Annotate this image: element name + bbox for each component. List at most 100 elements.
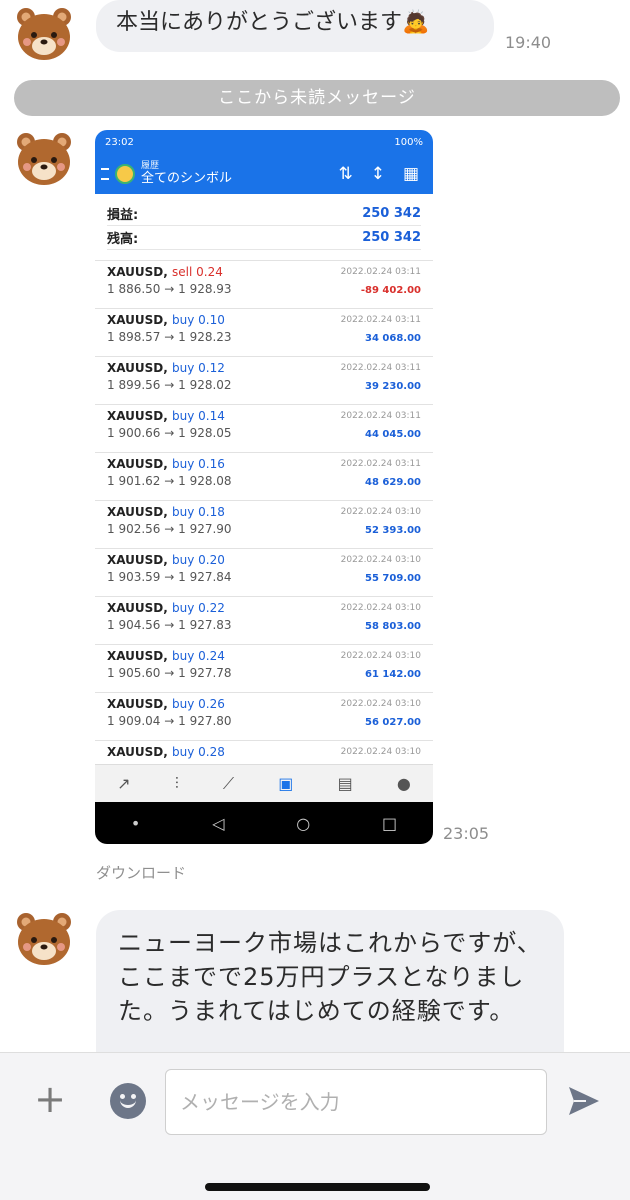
message-text: 本当にありがとうございます🙇 — [116, 10, 430, 35]
trade-symbol: XAUUSD, — [107, 361, 168, 375]
bear-avatar[interactable] — [14, 910, 74, 970]
download-link[interactable]: ダウンロード — [96, 862, 186, 883]
trade-direction: buy 0.16 — [172, 457, 225, 471]
message-input[interactable]: メッセージを入力 — [165, 1069, 547, 1135]
dot-icon: • — [130, 813, 141, 833]
shot-system-nav: • ◁ ○ □ — [95, 802, 433, 844]
trade-icon: ⟋ — [222, 773, 235, 793]
trade-profit: 39 230.00 — [365, 381, 421, 392]
trade-profit: 56 027.00 — [365, 717, 421, 728]
trade-row: XAUUSD, sell 0.24 1 886.50 → 1 928.93 2022… — [95, 260, 433, 308]
filter-icon: ⇅ — [338, 164, 353, 184]
trade-direction: buy 0.14 — [172, 409, 225, 423]
trade-date: 2022.02.24 03:10 — [340, 651, 421, 661]
bear-avatar[interactable] — [14, 5, 74, 65]
trade-profit: 34 068.00 — [365, 333, 421, 344]
message-bubble[interactable]: ニューヨーク市場はこれからですが、ここまでで25万円プラスとなりました。うまれて… — [96, 910, 564, 1052]
trade-symbol: XAUUSD, — [107, 745, 168, 759]
trade-symbol: XAUUSD, — [107, 457, 168, 471]
image-message[interactable]: 23:02 100% 履歴 全てのシンボル ⇅ ↕ ▦ 損益: 250 342 … — [95, 130, 433, 844]
trade-date: 2022.02.24 03:11 — [340, 363, 421, 373]
trade-date: 2022.02.24 03:11 — [340, 411, 421, 421]
shot-bottom-nav: ↗ ⫶ ⟋ ▣ ▤ ● — [95, 764, 433, 802]
trade-symbol: XAUUSD, — [107, 409, 168, 423]
summary-label: 残高: — [107, 232, 139, 247]
trade-row: XAUUSD, buy 0.16 1 901.62 → 1 928.08 2022.… — [95, 452, 433, 500]
trade-symbol: XAUUSD, — [107, 553, 168, 567]
trade-symbol: XAUUSD, — [107, 313, 168, 327]
trade-row: XAUUSD, buy 0.24 1 905.60 → 1 927.78 2022.… — [95, 644, 433, 692]
shot-status-time: 23:02 — [105, 136, 134, 148]
trade-date: 2022.02.24 03:11 — [340, 459, 421, 469]
app-logo-icon — [115, 164, 135, 184]
message-time: 23:05 — [443, 824, 490, 843]
send-icon[interactable] — [566, 1083, 602, 1119]
trade-row: XAUUSD, buy 0.12 1 899.56 → 1 928.02 2022.… — [95, 356, 433, 404]
trade-profit: 44 045.00 — [365, 429, 421, 440]
trade-row: XAUUSD, buy 0.14 1 900.66 → 1 928.05 2022.… — [95, 404, 433, 452]
back-icon: ◁ — [212, 813, 225, 833]
shot-appbar: 履歴 全てのシンボル ⇅ ↕ ▦ — [95, 154, 433, 194]
summary-row: 残高: 250 342 — [107, 226, 421, 250]
shot-statusbar: 23:02 100% — [95, 130, 433, 154]
trade-profit: 48 629.00 — [365, 477, 421, 488]
trade-profit: 55 709.00 — [365, 573, 421, 584]
trade-date: 2022.02.24 03:10 — [340, 603, 421, 613]
sort-icon: ↕ — [370, 164, 385, 184]
recents-icon: □ — [381, 813, 398, 833]
summary-label: 損益: — [107, 208, 139, 223]
trade-profit: 61 142.00 — [365, 669, 421, 680]
message-text: ニューヨーク市場はこれからですが、ここまでで25万円プラスとなりました。うまれて… — [118, 929, 542, 1025]
trade-direction: buy 0.24 — [172, 649, 225, 663]
trade-row: XAUUSD, buy 0.26 1 909.04 → 1 927.80 2022.… — [95, 692, 433, 740]
trade-row: XAUUSD, buy 0.18 1 902.56 → 1 927.90 2022.… — [95, 500, 433, 548]
trade-direction: buy 0.10 — [172, 313, 225, 327]
chat-area[interactable]: 本当にありがとうございます🙇 19:40 ここから未読メッセージ 23:02 1… — [0, 0, 630, 1052]
trade-direction: buy 0.22 — [172, 601, 225, 615]
bear-avatar[interactable] — [14, 130, 74, 190]
shot-appbar-subtitle: 履歴 — [141, 160, 160, 171]
trade-symbol: XAUUSD, — [107, 601, 168, 615]
trade-date: 2022.02.24 03:10 — [340, 555, 421, 565]
trade-direction: buy 0.18 — [172, 505, 225, 519]
add-attachment-button[interactable]: + — [30, 1080, 70, 1121]
message-time: 19:40 — [505, 33, 552, 52]
news-icon: ▤ — [337, 774, 353, 793]
trade-date: 2022.02.24 03:10 — [340, 747, 421, 757]
trade-profit: 58 803.00 — [365, 621, 421, 632]
trade-symbol: XAUUSD, — [107, 265, 168, 279]
trade-direction: buy 0.26 — [172, 697, 225, 711]
trade-date: 2022.02.24 03:10 — [340, 699, 421, 709]
trade-direction: buy 0.12 — [172, 361, 225, 375]
emoji-icon[interactable] — [110, 1083, 146, 1119]
summary-value: 250 342 — [362, 206, 421, 221]
trade-row: XAUUSD, buy 0.20 1 903.59 → 1 927.84 2022.… — [95, 548, 433, 596]
summary-row: 損益: 250 342 — [107, 202, 421, 226]
unread-divider: ここから未読メッセージ — [14, 80, 620, 116]
trade-direction: sell 0.24 — [172, 265, 223, 279]
trade-row: XAUUSD, buy 0.22 1 904.56 → 1 927.83 2022.… — [95, 596, 433, 644]
trade-direction: buy 0.20 — [172, 553, 225, 567]
trade-date: 2022.02.24 03:11 — [340, 267, 421, 277]
calendar-icon: ▦ — [402, 164, 419, 184]
trade-date: 2022.02.24 03:10 — [340, 507, 421, 517]
trade-profit: -89 402.00 — [360, 285, 421, 296]
shot-appbar-title: 全てのシンボル — [141, 170, 233, 186]
trade-symbol: XAUUSD, — [107, 697, 168, 711]
message-bubble[interactable]: 本当にありがとうございます🙇 — [96, 0, 494, 52]
trade-direction: buy 0.28 — [172, 745, 225, 759]
trade-symbol: XAUUSD, — [107, 649, 168, 663]
summary-value: 250 342 — [362, 230, 421, 245]
shot-battery: 100% — [394, 136, 423, 148]
menu-icon — [101, 168, 109, 180]
trade-date: 2022.02.24 03:11 — [340, 315, 421, 325]
shot-trade-list: XAUUSD, sell 0.24 1 886.50 → 1 928.93 2022… — [95, 260, 433, 788]
quotes-icon: ↗ — [117, 774, 131, 793]
shot-summary: 損益: 250 342 残高: 250 342 — [95, 194, 433, 250]
chart-icon: ⫶ — [174, 773, 179, 793]
message-input-bar: + メッセージを入力 — [0, 1052, 630, 1200]
chat-icon: ● — [396, 774, 411, 793]
history-icon: ▣ — [278, 774, 294, 793]
trade-symbol: XAUUSD, — [107, 505, 168, 519]
trade-row: XAUUSD, buy 0.10 1 898.57 → 1 928.23 2022.… — [95, 308, 433, 356]
